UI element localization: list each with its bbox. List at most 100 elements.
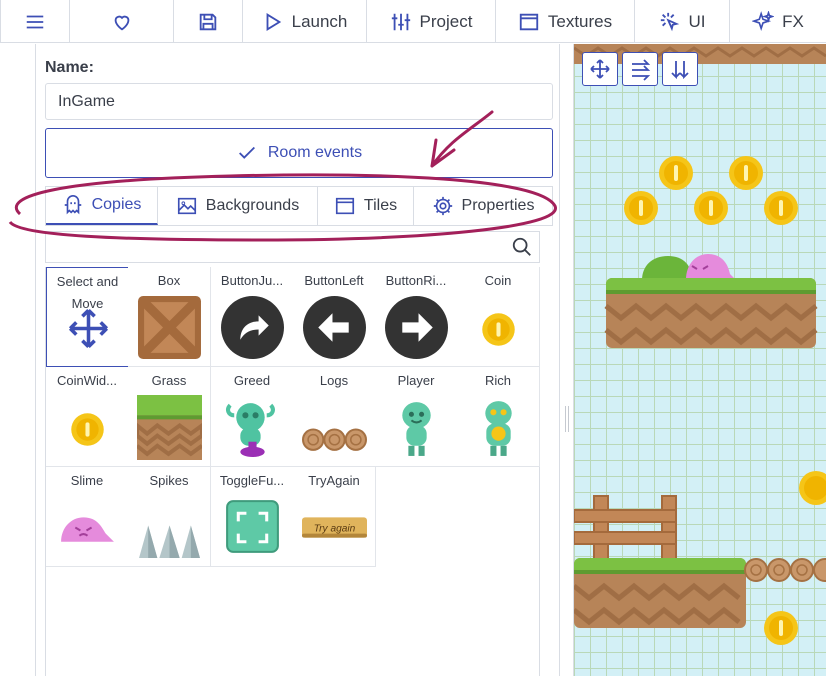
- move-tool-button[interactable]: [582, 52, 618, 86]
- swap-vertical-icon: [671, 61, 689, 80]
- copy-coin-widget[interactable]: CoinWid...: [46, 367, 129, 467]
- project-button[interactable]: Project: [367, 0, 496, 43]
- gear-icon: [433, 196, 452, 216]
- copy-name: ButtonJu...: [220, 273, 284, 288]
- copy-name: CoinWid...: [57, 373, 117, 388]
- menu-button[interactable]: [0, 0, 70, 43]
- tab-copies-label: Copies: [91, 196, 142, 213]
- slime-icon: [61, 517, 114, 542]
- sliders-icon: [391, 13, 410, 30]
- copy-logs[interactable]: Logs: [293, 367, 376, 467]
- ui-button[interactable]: UI: [635, 0, 730, 43]
- copy-slime[interactable]: Slime: [46, 467, 129, 567]
- room-scene: [574, 44, 826, 645]
- player-icon: [402, 402, 431, 456]
- logs-icon: [302, 428, 367, 451]
- copy-button-right[interactable]: ButtonRi...: [375, 267, 458, 367]
- copy-grass[interactable]: Grass: [128, 367, 211, 467]
- copy-name: Player: [397, 373, 435, 388]
- copy-button-jump[interactable]: ButtonJu...: [211, 267, 294, 367]
- copy-name: Coin: [484, 273, 512, 288]
- copy-name: Slime: [70, 473, 104, 488]
- tiles-icon: [335, 197, 354, 215]
- copy-spikes[interactable]: Spikes: [128, 467, 211, 567]
- grass-tile-icon: [137, 395, 202, 460]
- copy-name: ButtonLeft: [304, 273, 364, 288]
- fullscreen-toggle-icon: [226, 500, 279, 553]
- spikes-icon: [139, 525, 200, 558]
- sparkles-icon: [752, 10, 775, 31]
- heart-icon: [114, 15, 129, 30]
- asset-tabs: Copies Backgrounds Tiles Properties: [45, 186, 553, 226]
- ui-label: UI: [688, 11, 706, 31]
- copy-box[interactable]: Box: [128, 267, 211, 367]
- save-icon: [199, 13, 217, 30]
- copy-rich[interactable]: Rich: [457, 367, 540, 467]
- copy-button-left[interactable]: ButtonLeft: [293, 267, 376, 367]
- copy-greed[interactable]: Greed: [211, 367, 294, 467]
- room-events-button[interactable]: Room events: [45, 128, 553, 178]
- copy-name: ButtonRi...: [385, 273, 447, 288]
- search-icon: [512, 237, 531, 256]
- move-icon: [590, 59, 610, 79]
- panel-splitter[interactable]: [560, 44, 574, 676]
- copy-name: ToggleFu...: [219, 473, 285, 488]
- textures-label: Textures: [547, 11, 613, 31]
- copy-select-and-move[interactable]: Select and Move: [46, 267, 129, 367]
- jump-button-icon: [221, 296, 284, 359]
- play-icon: [266, 12, 281, 31]
- tab-tiles-label: Tiles: [363, 197, 398, 214]
- copy-try-again[interactable]: TryAgain Try again: [293, 467, 376, 567]
- fx-button[interactable]: FX: [730, 0, 826, 43]
- copy-name: Spikes: [149, 473, 189, 488]
- copies-search-input[interactable]: [45, 231, 540, 263]
- image-icon: [177, 197, 196, 215]
- top-toolbar: Launch Project Textures UI FX: [0, 0, 826, 43]
- tab-copies[interactable]: Copies: [46, 187, 158, 225]
- copy-name: Box: [157, 273, 181, 288]
- fx-label: FX: [782, 11, 804, 31]
- try-again-button-icon: Try again: [302, 517, 367, 538]
- copy-toggle-fullscreen[interactable]: ToggleFu...: [211, 467, 294, 567]
- right-button-icon: [385, 296, 448, 359]
- tab-backgrounds-label: Backgrounds: [205, 197, 300, 214]
- coin-icon: [71, 413, 104, 446]
- textures-button[interactable]: Textures: [496, 0, 635, 43]
- splitter-grip[interactable]: [565, 406, 569, 432]
- ghost-icon: [64, 195, 81, 215]
- cursor-click-icon: [660, 12, 679, 31]
- tab-properties-label: Properties: [461, 197, 535, 214]
- flip-horizontal-button[interactable]: [622, 52, 658, 86]
- copies-grid: Select and Move Box ButtonJu... ButtonLe…: [45, 267, 540, 676]
- tab-properties[interactable]: Properties: [414, 187, 552, 225]
- copy-name: Greed: [233, 373, 271, 388]
- copy-name: Logs: [319, 373, 349, 388]
- copy-player[interactable]: Player: [375, 367, 458, 467]
- flip-vertical-button[interactable]: [662, 52, 698, 86]
- greed-monster-icon: [226, 403, 275, 457]
- rich-monster-icon: [485, 401, 512, 456]
- save-button[interactable]: [174, 0, 243, 43]
- copy-coin[interactable]: Coin: [457, 267, 540, 367]
- favorite-button[interactable]: [70, 0, 174, 43]
- copy-name: Rich: [484, 373, 511, 388]
- left-button-icon: [303, 296, 366, 359]
- name-label: Name:: [45, 59, 94, 76]
- room-events-label: Room events: [267, 144, 363, 161]
- move-arrows-icon: [68, 308, 109, 349]
- room-name-input[interactable]: InGame: [45, 83, 553, 120]
- launch-button[interactable]: Launch: [243, 0, 367, 43]
- project-label: Project: [419, 11, 473, 31]
- check-icon: [238, 146, 255, 159]
- launch-label: Launch: [291, 11, 348, 31]
- copy-name: Grass: [151, 373, 187, 388]
- crate-icon: [138, 296, 201, 359]
- coin-icon: [482, 313, 515, 346]
- hamburger-icon: [26, 15, 44, 28]
- room-canvas[interactable]: [574, 44, 826, 676]
- copy-name: TryAgain: [308, 473, 360, 488]
- tab-backgrounds[interactable]: Backgrounds: [158, 187, 318, 225]
- texture-icon: [519, 13, 539, 30]
- tab-tiles[interactable]: Tiles: [318, 187, 414, 225]
- swap-horizontal-icon: [632, 59, 651, 81]
